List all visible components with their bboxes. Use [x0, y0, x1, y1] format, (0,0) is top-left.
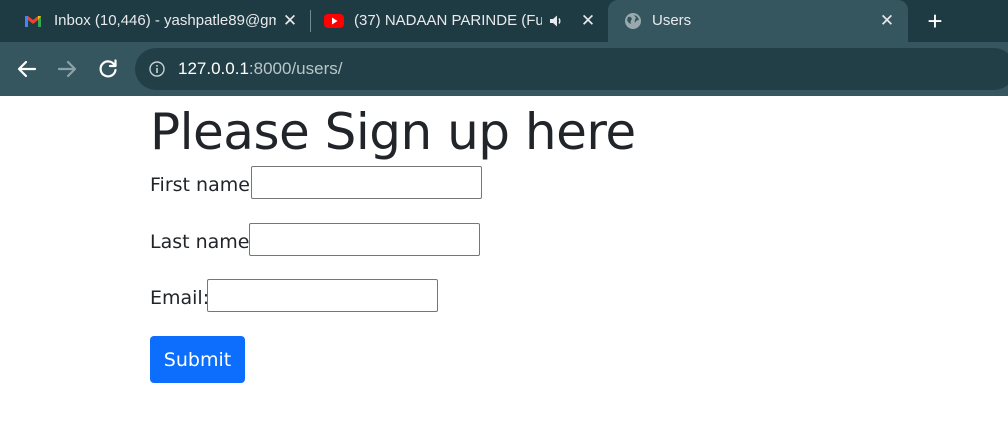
- new-tab-icon[interactable]: +: [922, 8, 948, 34]
- last-name-field[interactable]: [249, 223, 480, 256]
- first-name-row: First name:: [150, 166, 490, 204]
- submit-button[interactable]: Submit: [150, 336, 245, 383]
- browser-toolbar: 127.0.0.1:8000/users/: [0, 42, 1008, 96]
- page-content: Please Sign up here First name: Last nam…: [150, 96, 970, 446]
- email-label: Email:: [150, 287, 210, 309]
- last-name-row: Last name:: [150, 223, 490, 261]
- first-name-field[interactable]: [251, 166, 482, 199]
- tab-divider: [310, 10, 311, 32]
- info-icon[interactable]: [149, 61, 165, 77]
- browser-chrome: Inbox (10,446) - yashpatle89@gmail.com -…: [0, 0, 1008, 96]
- tab-title: (37) NADAAN PARINDE (Full Video Song) | …: [354, 12, 542, 29]
- speaker-icon[interactable]: [548, 13, 564, 29]
- tab-users[interactable]: Users ✕: [608, 0, 908, 42]
- tab-title: Inbox (10,446) - yashpatle89@gmail.com -…: [54, 12, 276, 29]
- close-tab-icon[interactable]: ✕: [280, 11, 300, 31]
- url-host: 127.0.0.1: [178, 59, 249, 78]
- globe-icon: [624, 12, 642, 30]
- url-text: 127.0.0.1:8000/users/: [178, 58, 342, 80]
- first-name-label: First name:: [150, 174, 257, 196]
- last-name-label: Last name:: [150, 231, 256, 253]
- arrow-right-icon[interactable]: [54, 56, 80, 82]
- tab-youtube[interactable]: (37) NADAAN PARINDE (Full Video Song) | …: [312, 0, 606, 42]
- close-tab-icon[interactable]: ✕: [578, 11, 598, 31]
- arrow-left-icon[interactable]: [14, 56, 40, 82]
- email-row: Email:: [150, 279, 450, 317]
- email-field[interactable]: [207, 279, 438, 312]
- tab-strip: Inbox (10,446) - yashpatle89@gmail.com -…: [0, 0, 1008, 42]
- youtube-icon: [324, 13, 344, 29]
- page-title: Please Sign up here: [150, 103, 636, 161]
- url-path: :8000/users/: [248, 59, 343, 78]
- tab-title: Users: [652, 12, 692, 29]
- gmail-icon: [24, 12, 42, 30]
- address-bar[interactable]: 127.0.0.1:8000/users/: [135, 48, 1008, 90]
- close-tab-icon[interactable]: ✕: [877, 11, 897, 31]
- tab-gmail[interactable]: Inbox (10,446) - yashpatle89@gmail.com -…: [12, 0, 308, 42]
- reload-icon[interactable]: [95, 56, 121, 82]
